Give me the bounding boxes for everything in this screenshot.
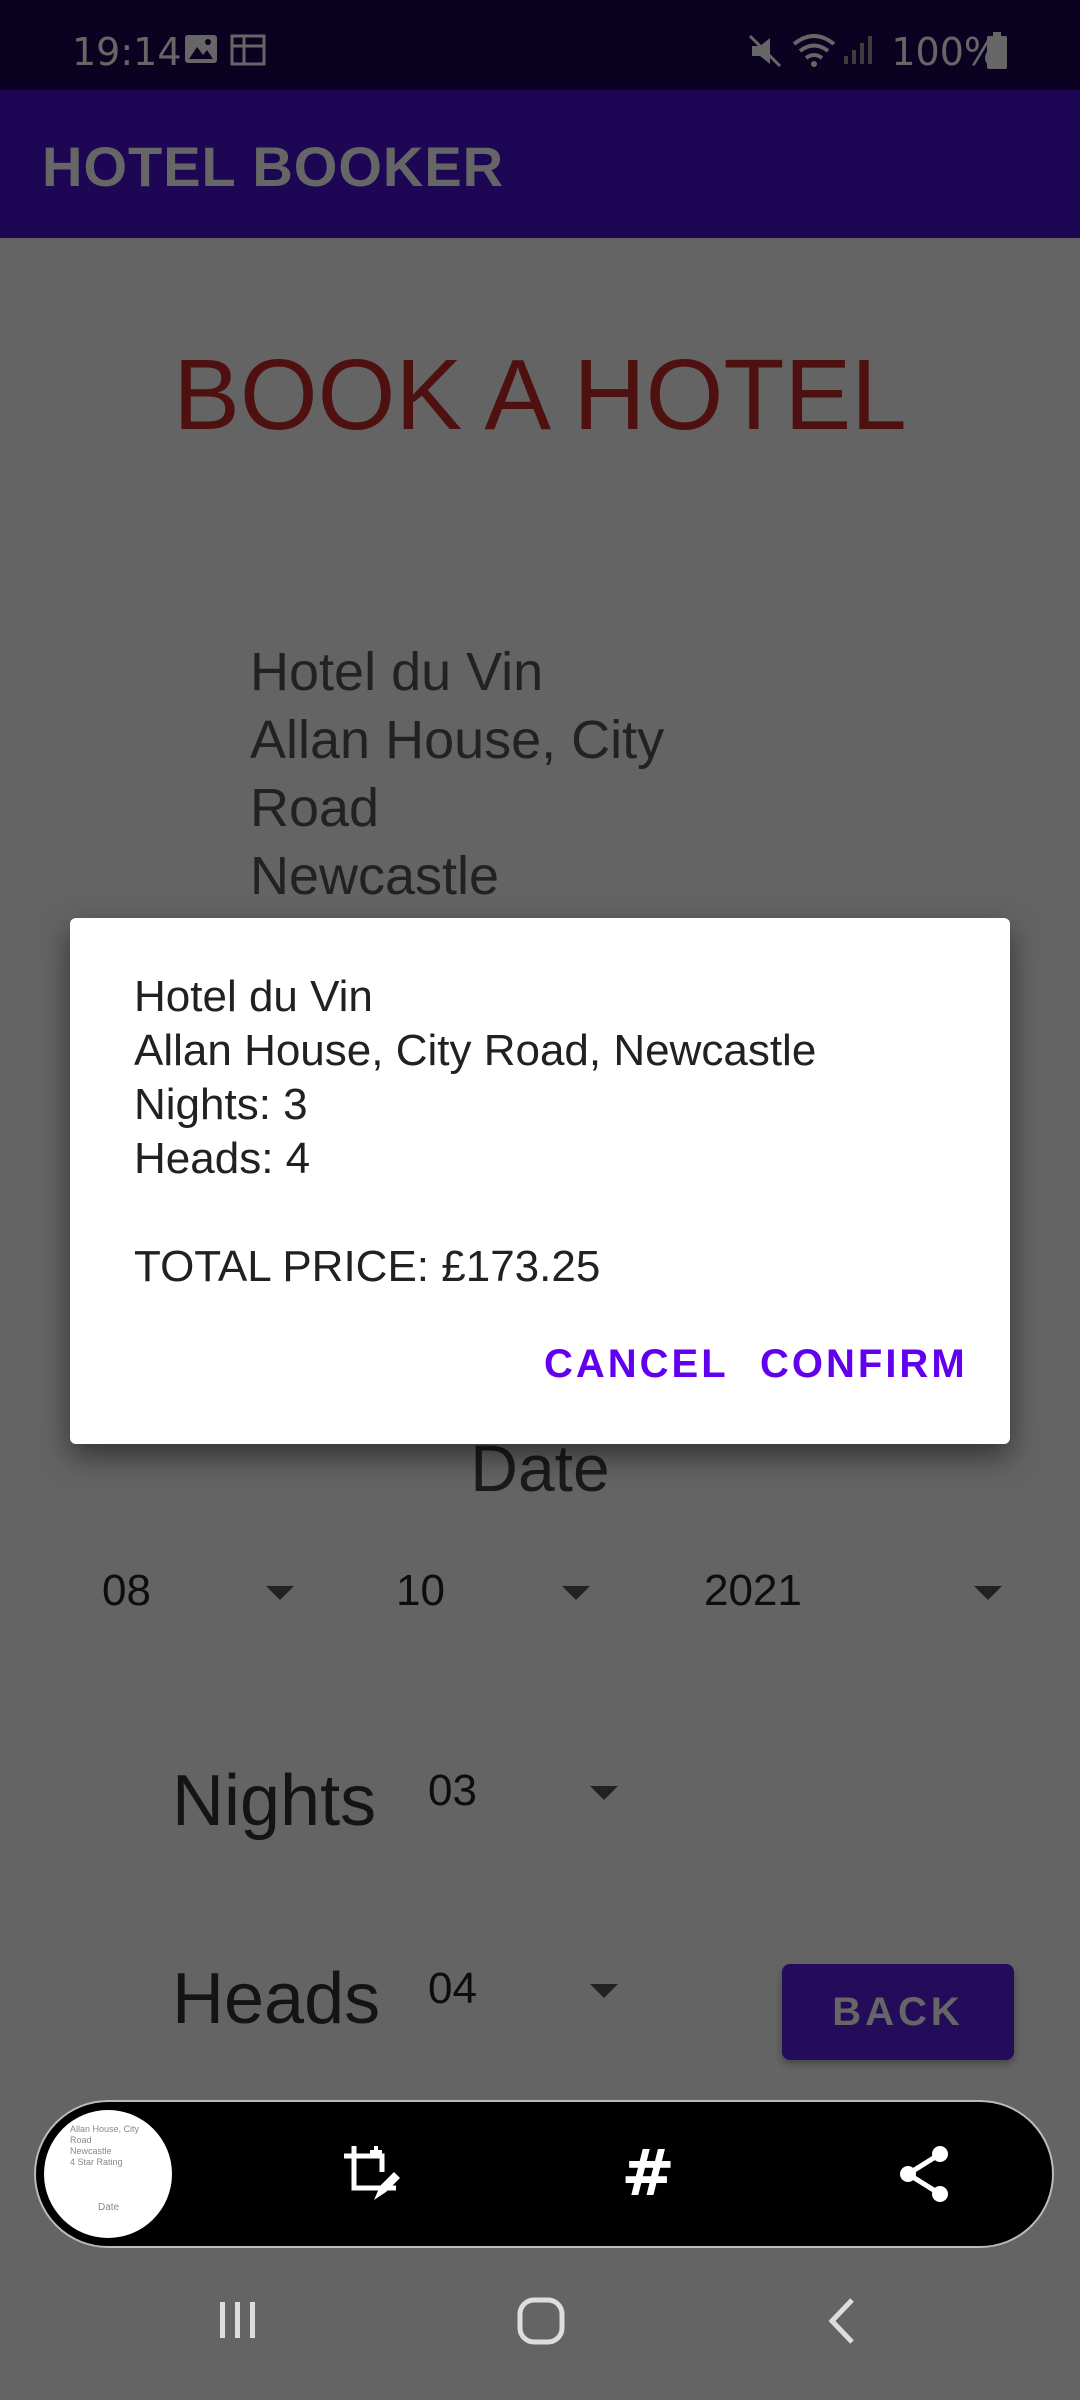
page-title: BOOK A HOTEL <box>173 339 907 451</box>
hotel-line: Newcastle <box>250 846 500 906</box>
confirm-button[interactable]: CONFIRM <box>760 1342 968 1387</box>
recent-apps-icon[interactable] <box>214 2296 262 2349</box>
month-value: 10 <box>396 1566 445 1615</box>
cancel-button[interactable]: CANCEL <box>544 1342 729 1387</box>
app-bar: HOTEL BOOKER <box>0 90 1080 238</box>
chevron-down-icon <box>974 1586 1002 1600</box>
home-icon[interactable] <box>516 2296 566 2351</box>
chevron-down-icon <box>266 1586 294 1600</box>
hashtag-icon[interactable]: # <box>612 2137 684 2211</box>
back-nav-icon[interactable] <box>822 2296 862 2351</box>
nights-value: 03 <box>428 1766 477 1815</box>
hotel-line: Hotel du Vin <box>250 642 544 702</box>
wifi-icon <box>792 34 836 73</box>
nights-spinner[interactable]: 03 <box>428 1766 628 1846</box>
chevron-down-icon <box>590 1984 618 1998</box>
day-value: 08 <box>102 1566 151 1615</box>
dialog-total-price: TOTAL PRICE: £173.25 <box>134 1242 601 1291</box>
heads-label: Heads <box>172 1959 381 2039</box>
thumb-line: 4 Star Rating <box>70 2157 123 2167</box>
status-bar: 19:14 100% <box>0 0 1080 90</box>
thumb-line: Newcastle <box>70 2146 112 2156</box>
dialog-address: Allan House, City Road, Newcastle <box>134 1026 817 1075</box>
notification-icon <box>230 34 266 71</box>
screenshot-thumbnail-preview[interactable]: Allan House, City Road Newcastle 4 Star … <box>44 2110 172 2238</box>
thumb-date: Date <box>98 2202 120 2213</box>
navigation-bar <box>0 2266 1080 2400</box>
confirm-dialog: Hotel du Vin Allan House, City Road, New… <box>70 918 1010 1444</box>
year-spinner[interactable]: 2021 <box>704 1566 1014 1646</box>
month-spinner[interactable]: 10 <box>396 1566 596 1646</box>
hotel-line: Road <box>250 778 380 838</box>
gallery-icon <box>184 34 218 69</box>
battery-icon <box>986 32 1008 75</box>
mute-icon <box>748 34 784 73</box>
thumb-line: Road <box>70 2135 92 2145</box>
thumb-line: Allan House, City <box>70 2124 140 2134</box>
dialog-nights: Nights: 3 <box>134 1080 308 1129</box>
battery-percent: 100% <box>891 30 1000 74</box>
dialog-heads: Heads: 4 <box>134 1134 311 1183</box>
heads-value: 04 <box>428 1964 477 2013</box>
dialog-hotel-name: Hotel du Vin <box>134 972 373 1021</box>
day-spinner[interactable]: 08 <box>102 1566 302 1646</box>
signal-icon <box>842 34 874 71</box>
hotel-line: Allan House, City <box>250 710 665 770</box>
heads-spinner[interactable]: 04 <box>428 1964 628 2044</box>
screenshot-toolbar-overlay: Allan House, City Road Newcastle 4 Star … <box>34 2100 1054 2248</box>
share-icon[interactable] <box>888 2138 960 2210</box>
chevron-down-icon <box>590 1786 618 1800</box>
app-title: HOTEL BOOKER <box>42 135 505 198</box>
hotel-info: Hotel du Vin Allan House, City Road Newc… <box>250 638 750 910</box>
chevron-down-icon <box>562 1586 590 1600</box>
status-time: 19:14 <box>72 30 182 74</box>
crop-edit-icon[interactable] <box>336 2138 408 2210</box>
back-button[interactable]: BACK <box>782 1964 1014 2060</box>
year-value: 2021 <box>704 1566 802 1615</box>
dialog-message: Hotel du Vin Allan House, City Road, New… <box>134 970 816 1294</box>
nights-label: Nights <box>172 1761 377 1841</box>
